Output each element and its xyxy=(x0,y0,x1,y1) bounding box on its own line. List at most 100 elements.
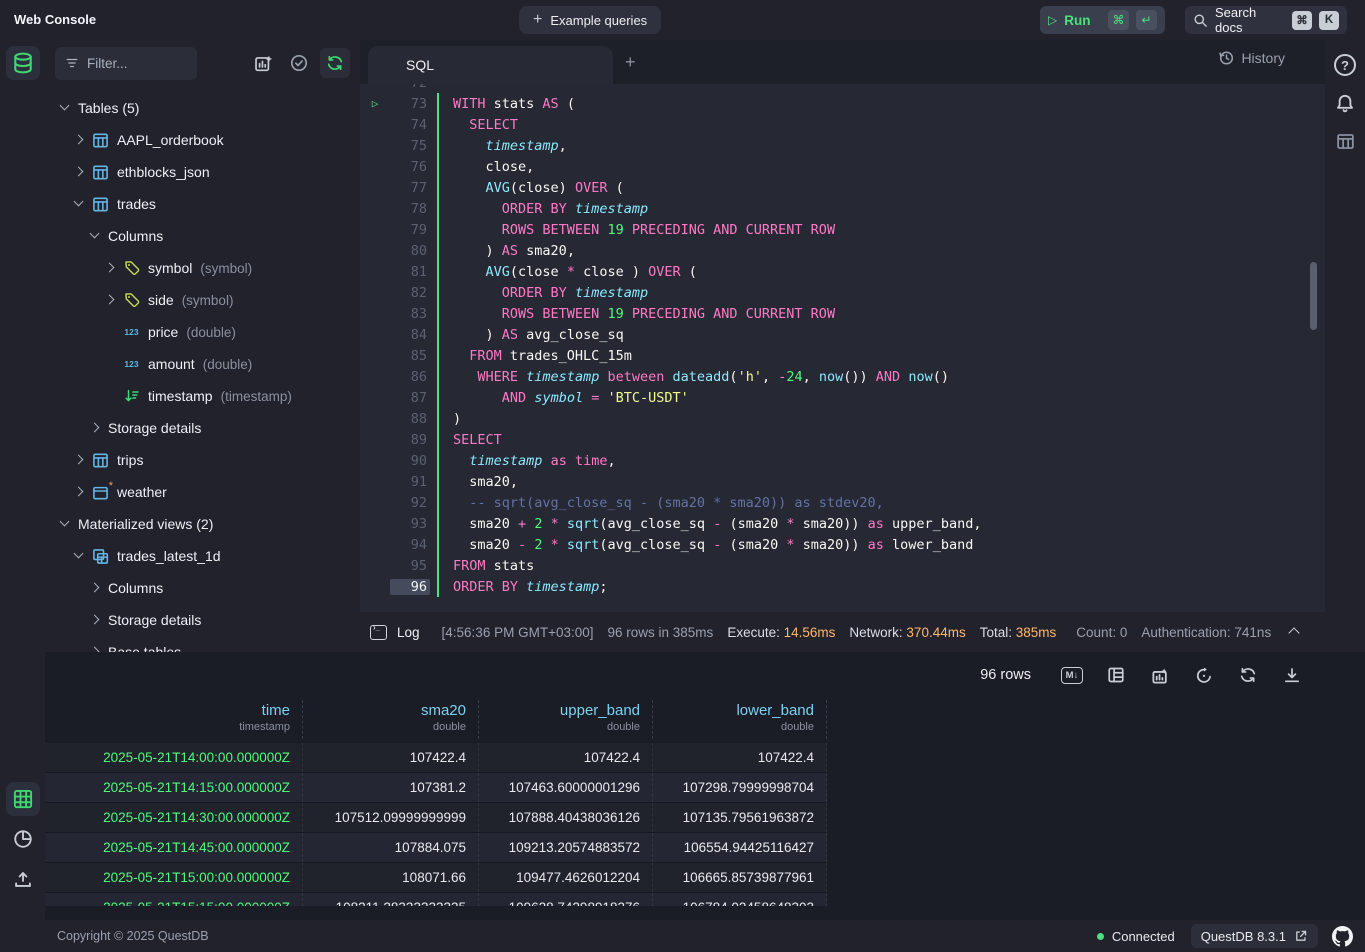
code-line-83[interactable]: 83 ROWS BETWEEN 19 PRECEDING AND CURRENT… xyxy=(360,303,1325,324)
refresh-results-button[interactable] xyxy=(1237,664,1259,686)
tree-item-symbol[interactable]: symbol(symbol) xyxy=(45,252,360,284)
chart-button[interactable] xyxy=(1149,664,1171,686)
cell-sma20[interactable]: 107884.075 xyxy=(303,833,479,862)
code-line-93[interactable]: 93 sma20 + 2 * sqrt(avg_close_sq - (sma2… xyxy=(360,513,1325,534)
table-row[interactable]: 2025-05-21T14:45:00.000000Z107884.075109… xyxy=(45,833,827,863)
cell-lower_band[interactable]: 106554.94425116427 xyxy=(653,833,827,862)
version-link[interactable]: QuestDB 8.3.1 xyxy=(1191,924,1318,948)
cell-lower_band[interactable]: 107135.79561963872 xyxy=(653,803,827,832)
new-tab-button[interactable]: + xyxy=(625,52,636,73)
tree-item-trades[interactable]: trades xyxy=(45,188,360,220)
code-line-87[interactable]: 87 AND symbol = 'BTC-USDT' xyxy=(360,387,1325,408)
code-line-89[interactable]: 89SELECT xyxy=(360,429,1325,450)
cell-time[interactable]: 2025-05-21T15:15:00.000000Z xyxy=(45,893,303,906)
download-csv-button[interactable] xyxy=(1281,664,1303,686)
tree-item-side[interactable]: side(symbol) xyxy=(45,284,360,316)
code-line-86[interactable]: 86 WHERE timestamp between dateadd('h', … xyxy=(360,366,1325,387)
cell-time[interactable]: 2025-05-21T15:00:00.000000Z xyxy=(45,863,303,892)
code-line-88[interactable]: 88) xyxy=(360,408,1325,429)
run-query-glyph[interactable]: ▷ xyxy=(360,97,390,110)
github-link[interactable] xyxy=(1332,926,1353,947)
code-line-76[interactable]: 76 close, xyxy=(360,156,1325,177)
code-line-92[interactable]: 92 -- sqrt(avg_close_sq - (sma20 * sma20… xyxy=(360,492,1325,513)
column-header-upper_band[interactable]: upper_banddouble xyxy=(479,700,653,739)
tree-item-amount[interactable]: 123amount(double) xyxy=(45,348,360,380)
code-line-81[interactable]: 81 AVG(close * close ) OVER ( xyxy=(360,261,1325,282)
cell-time[interactable]: 2025-05-21T14:00:00.000000Z xyxy=(45,743,303,772)
cell-upper_band[interactable]: 109628.74298918376 xyxy=(479,893,653,906)
cell-upper_band[interactable]: 109213.20574883572 xyxy=(479,833,653,862)
tree-item-timestamp[interactable]: timestamp(timestamp) xyxy=(45,380,360,412)
cell-lower_band[interactable]: 106784.02458648303 xyxy=(653,893,827,906)
code-line-84[interactable]: 84 ) AS avg_close_sq xyxy=(360,324,1325,345)
table-row[interactable]: 2025-05-21T14:30:00.000000Z107512.099999… xyxy=(45,803,827,833)
cell-time[interactable]: 2025-05-21T14:45:00.000000Z xyxy=(45,833,303,862)
code-line-74[interactable]: 74 SELECT xyxy=(360,114,1325,135)
tree-item-tables-5-[interactable]: Tables (5) xyxy=(45,92,360,124)
cell-lower_band[interactable]: 107298.79999998704 xyxy=(653,773,827,802)
search-docs-button[interactable]: Search docs ⌘ K xyxy=(1185,6,1347,34)
filter-input[interactable] xyxy=(87,56,177,71)
cell-time[interactable]: 2025-05-21T14:30:00.000000Z xyxy=(45,803,303,832)
table-row[interactable]: 2025-05-21T14:15:00.000000Z107381.210746… xyxy=(45,773,827,803)
cell-lower_band[interactable]: 107422.4 xyxy=(653,743,827,772)
markdown-copy-button[interactable]: M↓ xyxy=(1061,664,1083,686)
database-explorer-button[interactable] xyxy=(6,46,40,80)
chart-view-button[interactable] xyxy=(6,822,40,856)
suspended-filter-button[interactable] xyxy=(284,48,314,78)
code-line-72[interactable]: 72 xyxy=(360,84,1325,93)
example-queries-button[interactable]: + Example queries xyxy=(519,6,661,34)
code-line-75[interactable]: 75 timestamp, xyxy=(360,135,1325,156)
code-line-90[interactable]: 90 timestamp as time, xyxy=(360,450,1325,471)
help-button[interactable]: ? xyxy=(1332,52,1358,78)
collapse-log-button[interactable] xyxy=(1288,625,1300,637)
cell-time[interactable]: 2025-05-21T14:15:00.000000Z xyxy=(45,773,303,802)
code-line-80[interactable]: 80 ) AS sma20, xyxy=(360,240,1325,261)
table-row[interactable]: 2025-05-21T15:15:00.000000Z108211.283333… xyxy=(45,893,827,906)
import-button[interactable] xyxy=(6,862,40,896)
tree-item-trades-latest-1d[interactable]: trades_latest_1d xyxy=(45,540,360,572)
table-row[interactable]: 2025-05-21T14:00:00.000000Z107422.410742… xyxy=(45,743,827,773)
cell-upper_band[interactable]: 107463.60000001296 xyxy=(479,773,653,802)
tree-item-price[interactable]: 123price(double) xyxy=(45,316,360,348)
grid-view-button[interactable] xyxy=(6,782,40,816)
code-line-78[interactable]: 78 ORDER BY timestamp xyxy=(360,198,1325,219)
cell-sma20[interactable]: 108071.66 xyxy=(303,863,479,892)
cell-sma20[interactable]: 108211.28333333335 xyxy=(303,893,479,906)
tree-item-storage-details[interactable]: Storage details xyxy=(45,412,360,444)
code-line-91[interactable]: 91 sma20, xyxy=(360,471,1325,492)
column-header-sma20[interactable]: sma20double xyxy=(303,700,479,739)
code-line-82[interactable]: 82 ORDER BY timestamp xyxy=(360,282,1325,303)
code-line-73[interactable]: ▷73WITH stats AS ( xyxy=(360,93,1325,114)
rerun-query-button[interactable] xyxy=(1193,664,1215,686)
code-line-77[interactable]: 77 AVG(close) OVER ( xyxy=(360,177,1325,198)
sql-editor[interactable]: 72▷73WITH stats AS (74 SELECT75 timestam… xyxy=(360,84,1325,612)
toggle-columns-button[interactable] xyxy=(1105,664,1127,686)
create-table-button[interactable] xyxy=(248,48,278,78)
tree-item-weather[interactable]: *weather xyxy=(45,476,360,508)
reload-schema-button[interactable] xyxy=(320,48,350,78)
code-line-85[interactable]: 85 FROM trades_OHLC_15m xyxy=(360,345,1325,366)
result-grid[interactable]: timetimestampsma20doubleupper_banddouble… xyxy=(45,700,827,906)
notifications-button[interactable] xyxy=(1332,90,1358,116)
table-row[interactable]: 2025-05-21T15:00:00.000000Z108071.661094… xyxy=(45,863,827,893)
column-header-time[interactable]: timetimestamp xyxy=(45,700,303,739)
code-line-96[interactable]: 96ORDER BY timestamp; xyxy=(360,576,1325,597)
cell-sma20[interactable]: 107512.09999999999 xyxy=(303,803,479,832)
code-line-94[interactable]: 94 sma20 - 2 * sqrt(avg_close_sq - (sma2… xyxy=(360,534,1325,555)
tree-item-columns[interactable]: Columns xyxy=(45,572,360,604)
tab-sql[interactable]: SQL xyxy=(368,46,613,84)
cell-sma20[interactable]: 107422.4 xyxy=(303,743,479,772)
tree-item-ethblocks-json[interactable]: ethblocks_json xyxy=(45,156,360,188)
code-line-95[interactable]: 95FROM stats xyxy=(360,555,1325,576)
column-header-lower_band[interactable]: lower_banddouble xyxy=(653,700,827,739)
tree-item-trips[interactable]: trips xyxy=(45,444,360,476)
run-button[interactable]: ▷ Run ⌘ ↵ xyxy=(1040,6,1165,34)
side-panel-button[interactable] xyxy=(1332,128,1358,154)
tree-item-storage-details[interactable]: Storage details xyxy=(45,604,360,636)
tree-item-materialized-views-2-[interactable]: Materialized views (2) xyxy=(45,508,360,540)
cell-upper_band[interactable]: 109477.4626012204 xyxy=(479,863,653,892)
tree-item-aapl-orderbook[interactable]: AAPL_orderbook xyxy=(45,124,360,156)
code-line-79[interactable]: 79 ROWS BETWEEN 19 PRECEDING AND CURRENT… xyxy=(360,219,1325,240)
tree-item-columns[interactable]: Columns xyxy=(45,220,360,252)
